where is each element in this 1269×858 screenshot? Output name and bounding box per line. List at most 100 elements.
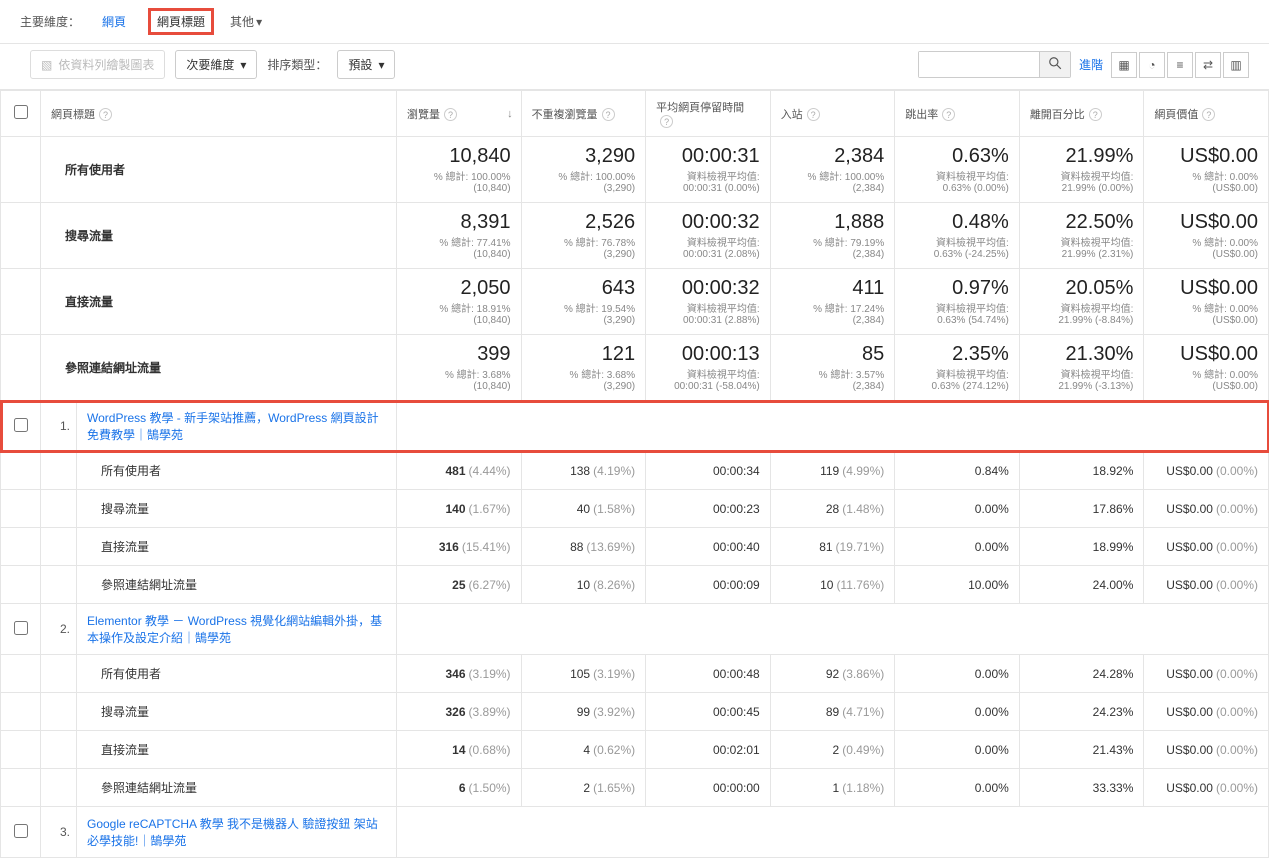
metric-cell: 88(13.69%)	[521, 528, 646, 566]
metric-cell: US$0.00(0.00%)	[1144, 490, 1269, 528]
metric-cell: 14(0.68%)	[397, 731, 522, 769]
metric-cell: 316(15.41%)	[397, 528, 522, 566]
sort-desc-icon: ↓	[507, 108, 513, 120]
metric-cell: 0.00%	[895, 490, 1020, 528]
col-pageviews[interactable]: 瀏覽量?↓	[397, 91, 522, 137]
col-bounce[interactable]: 跳出率?	[895, 91, 1020, 137]
metric-cell: US$0.00(0.00%)	[1144, 452, 1269, 490]
metric-cell: 21.99%資料檢視平均值:21.99% (0.00%)	[1019, 137, 1144, 203]
segment-label: 直接流量	[77, 528, 397, 566]
metric-cell: 643% 總計: 19.54%(3,290)	[521, 269, 646, 335]
page-title-link[interactable]: WordPress 教學 - 新手架站推薦，WordPress 網頁設計免費教學…	[87, 411, 379, 442]
metric-cell: 138(4.19%)	[521, 452, 646, 490]
view-bar-icon[interactable]: ≡	[1167, 52, 1193, 78]
help-icon[interactable]: ?	[444, 108, 457, 121]
help-icon[interactable]: ?	[1202, 108, 1215, 121]
view-table-icon[interactable]: ▦	[1111, 52, 1137, 78]
metric-cell: 0.48%資料檢視平均值:0.63% (-24.25%)	[895, 203, 1020, 269]
col-avg-time[interactable]: 平均網頁停留時間?	[646, 91, 771, 137]
view-compare-icon[interactable]: ⇄	[1195, 52, 1221, 78]
help-icon[interactable]: ?	[602, 108, 615, 121]
row-index: 1.	[41, 401, 77, 452]
view-pivot-icon[interactable]: ▥	[1223, 52, 1249, 78]
tab-other[interactable]: 其他 ▾	[230, 13, 262, 30]
segment-detail-row: 所有使用者 346(3.19%) 105(3.19%) 00:00:48 92(…	[1, 655, 1269, 693]
advanced-link[interactable]: 進階	[1079, 56, 1103, 73]
segment-summary-row: 所有使用者10,840% 總計: 100.00%(10,840)3,290% 總…	[1, 137, 1269, 203]
row-checkbox[interactable]	[14, 824, 28, 838]
help-icon[interactable]: ?	[807, 108, 820, 121]
view-pie-icon[interactable]: ◔	[1139, 52, 1165, 78]
row-index: 3.	[41, 807, 77, 858]
metric-cell: 00:00:32資料檢視平均值:00:00:31 (2.88%)	[646, 269, 771, 335]
segment-label: 參照連結網址流量	[77, 566, 397, 604]
segment-label: 參照連結網址流量	[77, 769, 397, 807]
metric-cell: 00:00:45	[646, 693, 771, 731]
page-title-link[interactable]: Google reCAPTCHA 教學 我不是機器人 驗證按鈕 架站必學技能!｜…	[87, 817, 378, 848]
segment-detail-row: 所有使用者 481(4.44%) 138(4.19%) 00:00:34 119…	[1, 452, 1269, 490]
metric-cell: 140(1.67%)	[397, 490, 522, 528]
metric-cell: 2(1.65%)	[521, 769, 646, 807]
col-entrances[interactable]: 入站?	[770, 91, 895, 137]
metric-cell: US$0.00(0.00%)	[1144, 731, 1269, 769]
help-icon[interactable]: ?	[660, 115, 673, 128]
search-button[interactable]	[1039, 52, 1070, 77]
chevron-down-icon: ▾	[240, 58, 246, 72]
select-all-checkbox[interactable]	[14, 105, 28, 119]
metric-cell: 00:00:00	[646, 769, 771, 807]
data-table: 網頁標題? 瀏覽量?↓ 不重複瀏覽量? 平均網頁停留時間? 入站? 跳出率? 離…	[0, 90, 1269, 858]
segment-detail-row: 直接流量 14(0.68%) 4(0.62%) 00:02:01 2(0.49%…	[1, 731, 1269, 769]
row-checkbox[interactable]	[14, 621, 28, 635]
metric-cell: 326(3.89%)	[397, 693, 522, 731]
segment-name: 搜尋流量	[41, 203, 397, 269]
metric-cell: 40(1.58%)	[521, 490, 646, 528]
sort-type-button[interactable]: 預設 ▾	[337, 50, 395, 79]
metric-cell: US$0.00(0.00%)	[1144, 566, 1269, 604]
tab-page[interactable]: 網頁	[96, 9, 132, 34]
metric-cell: 0.63%資料檢視平均值:0.63% (0.00%)	[895, 137, 1020, 203]
plot-rows-button[interactable]: ▧ 依資料列繪製圖表	[30, 50, 165, 79]
help-icon[interactable]: ?	[1089, 108, 1102, 121]
metric-cell: US$0.00% 總計: 0.00%(US$0.00)	[1144, 269, 1269, 335]
metric-cell: 0.00%	[895, 655, 1020, 693]
tab-page-title[interactable]: 網頁標題	[148, 8, 214, 35]
segment-label: 搜尋流量	[77, 693, 397, 731]
metric-cell: 411% 總計: 17.24%(2,384)	[770, 269, 895, 335]
col-page-title[interactable]: 網頁標題?	[41, 91, 397, 137]
col-value[interactable]: 網頁價值?	[1144, 91, 1269, 137]
metric-cell: 1(1.18%)	[770, 769, 895, 807]
metric-cell: 0.97%資料檢視平均值:0.63% (54.74%)	[895, 269, 1020, 335]
metric-cell: 17.86%	[1019, 490, 1144, 528]
segment-detail-row: 搜尋流量 326(3.89%) 99(3.92%) 00:00:45 89(4.…	[1, 693, 1269, 731]
metric-cell: 2.35%資料檢視平均值:0.63% (274.12%)	[895, 335, 1020, 401]
metric-cell: 00:00:34	[646, 452, 771, 490]
metric-cell: 4(0.62%)	[521, 731, 646, 769]
segment-summary-row: 直接流量2,050% 總計: 18.91%(10,840)643% 總計: 19…	[1, 269, 1269, 335]
metric-cell: 89(4.71%)	[770, 693, 895, 731]
metric-cell: 85% 總計: 3.57%(2,384)	[770, 335, 895, 401]
col-exit[interactable]: 離開百分比?	[1019, 91, 1144, 137]
metric-cell: 0.00%	[895, 528, 1020, 566]
metric-cell: 10.00%	[895, 566, 1020, 604]
row-checkbox[interactable]	[14, 418, 28, 432]
metric-cell: 10(11.76%)	[770, 566, 895, 604]
col-unique[interactable]: 不重複瀏覽量?	[521, 91, 646, 137]
help-icon[interactable]: ?	[99, 108, 112, 121]
metric-cell: 00:00:23	[646, 490, 771, 528]
view-toggle-group: ▦ ◔ ≡ ⇄ ▥	[1111, 52, 1249, 78]
help-icon[interactable]: ?	[942, 108, 955, 121]
metric-cell: 2,526% 總計: 76.78%(3,290)	[521, 203, 646, 269]
metric-cell: 481(4.44%)	[397, 452, 522, 490]
metric-cell: 92(3.86%)	[770, 655, 895, 693]
metric-cell: 1,888% 總計: 79.19%(2,384)	[770, 203, 895, 269]
metric-cell: US$0.00(0.00%)	[1144, 528, 1269, 566]
metric-cell: US$0.00(0.00%)	[1144, 655, 1269, 693]
metric-cell: 99(3.92%)	[521, 693, 646, 731]
search-input[interactable]	[919, 52, 1039, 77]
toolbar-row: ▧ 依資料列繪製圖表 次要維度 ▾ 排序類型： 預設 ▾ 進階 ▦ ◔ ≡ ⇄ …	[0, 44, 1269, 90]
segment-label: 搜尋流量	[77, 490, 397, 528]
secondary-dim-button[interactable]: 次要維度 ▾	[175, 50, 257, 79]
segment-label: 所有使用者	[77, 655, 397, 693]
page-title-link[interactable]: Elementor 教學 － WordPress 視覺化網站編輯外掛，基本操作及…	[87, 614, 382, 645]
segment-label: 直接流量	[77, 731, 397, 769]
